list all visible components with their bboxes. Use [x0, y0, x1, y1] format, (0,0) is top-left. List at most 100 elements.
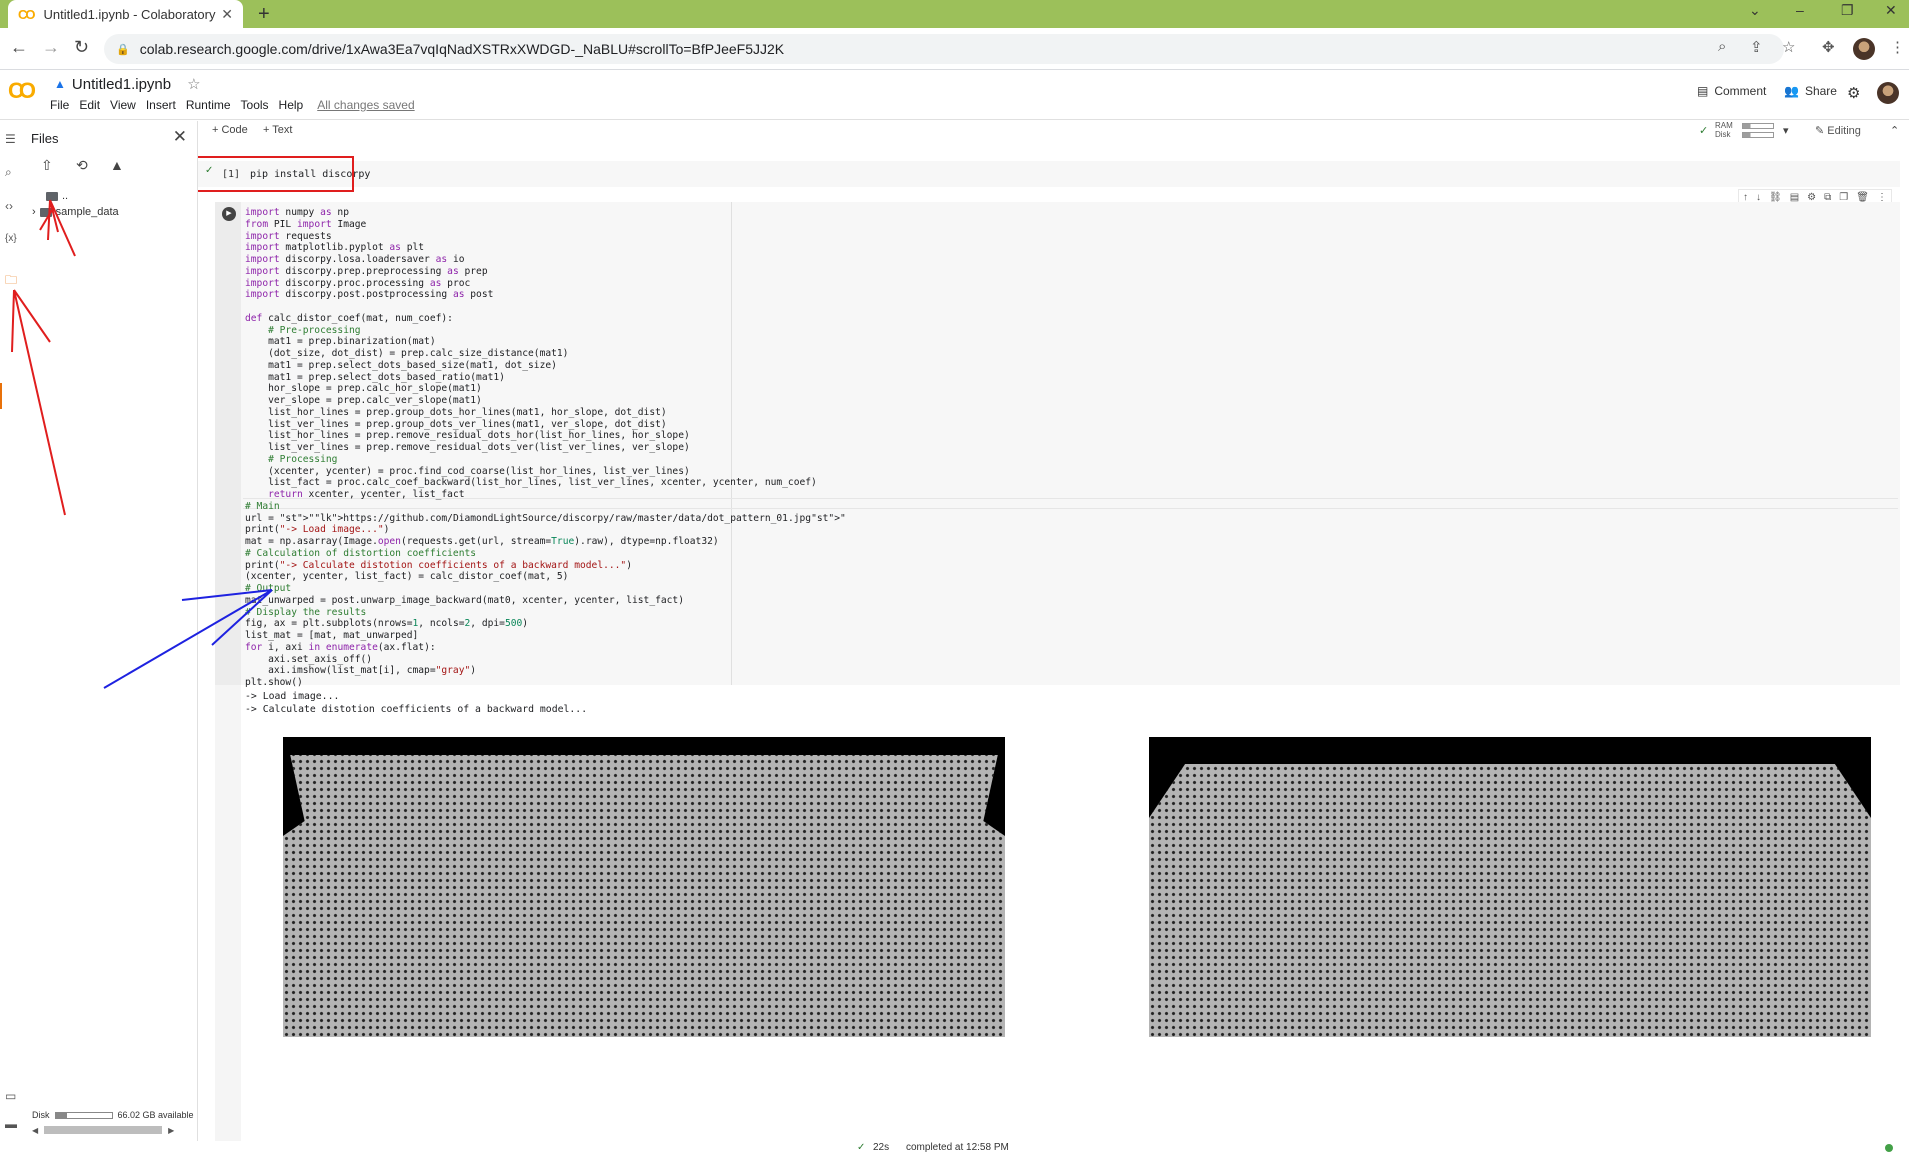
add-code-button[interactable]: + Code: [212, 124, 248, 136]
bookmark-star-icon[interactable]: ☆: [1782, 38, 1795, 56]
forward-icon[interactable]: →: [42, 37, 60, 58]
code-line[interactable]: # Calculation of distortion coefficients: [245, 548, 846, 560]
completed-time[interactable]: completed at 12:58 PM: [906, 1142, 1009, 1153]
code-line[interactable]: (dot_size, dot_dist) = prep.calc_size_di…: [245, 348, 846, 360]
code-line[interactable]: mat_unwarped = post.unwarp_image_backwar…: [245, 595, 846, 607]
tab-search-icon[interactable]: ⌄: [1749, 2, 1761, 19]
link-icon[interactable]: ⛓: [1769, 192, 1782, 203]
code-line[interactable]: mat1 = prep.select_dots_based_size(mat1,…: [245, 360, 846, 372]
code-line[interactable]: import requests: [245, 231, 846, 243]
code-line[interactable]: # Main: [245, 501, 846, 513]
table-of-contents-icon[interactable]: ☰: [5, 132, 16, 146]
comment-button[interactable]: ▤ Comment: [1697, 84, 1766, 98]
code-line[interactable]: axi.imshow(list_mat[i], cmap="gray"): [245, 665, 846, 677]
code-line[interactable]: axi.set_axis_off(): [245, 654, 846, 666]
resource-bars[interactable]: [1742, 123, 1774, 141]
folder-icon[interactable]: 🗀: [5, 271, 17, 292]
scroll-left-icon[interactable]: ◀: [32, 1126, 38, 1135]
code-line[interactable]: mat1 = prep.binarization(mat): [245, 336, 846, 348]
code-line[interactable]: for i, axi in enumerate(ax.flat):: [245, 642, 846, 654]
code-line[interactable]: import discorpy.post.postprocessing as p…: [245, 289, 846, 301]
colab-logo[interactable]: CO: [8, 78, 36, 104]
code-line[interactable]: list_ver_lines = prep.group_dots_ver_lin…: [245, 419, 846, 431]
mirror-cell-icon[interactable]: ⧉: [1824, 192, 1831, 203]
cell2-code-editor[interactable]: import numpy as np from PIL import Image i…: [245, 207, 846, 689]
settings-gear-icon[interactable]: ⚙: [1847, 84, 1860, 102]
code-line[interactable]: import discorpy.prep.preprocessing as pr…: [245, 266, 846, 278]
menu-insert[interactable]: Insert: [146, 98, 176, 112]
code-line[interactable]: list_mat = [mat, mat_unwarped]: [245, 630, 846, 642]
collapse-header-icon[interactable]: ⌃: [1890, 124, 1899, 137]
menu-tools[interactable]: Tools: [241, 98, 269, 112]
star-icon[interactable]: ☆: [187, 75, 200, 93]
expand-chevron-icon[interactable]: ›: [32, 206, 36, 218]
menu-view[interactable]: View: [110, 98, 136, 112]
menu-runtime[interactable]: Runtime: [186, 98, 231, 112]
search-icon[interactable]: ⌕: [5, 165, 12, 180]
tab-close-icon[interactable]: ✕: [221, 6, 233, 23]
new-tab-icon[interactable]: +: [258, 3, 270, 26]
notebook-name[interactable]: Untitled1.ipynb: [72, 76, 171, 93]
code-line[interactable]: list_hor_lines = prep.group_dots_hor_lin…: [245, 407, 846, 419]
code-line[interactable]: url = "st">""lk">https://github.com/Diam…: [245, 513, 846, 525]
terminal-icon[interactable]: ▬: [5, 1117, 17, 1131]
code-line[interactable]: list_fact = proc.calc_coef_backward(list…: [245, 477, 846, 489]
minimize-icon[interactable]: –: [1796, 2, 1804, 18]
close-files-icon[interactable]: ✕: [173, 127, 187, 147]
run-cell-icon[interactable]: ▶: [222, 207, 236, 221]
upload-file-icon[interactable]: ⇧: [41, 157, 53, 174]
editing-mode[interactable]: ✎ Editing: [1815, 124, 1861, 137]
comment-cell-icon[interactable]: ▤: [1790, 192, 1799, 203]
code-line[interactable]: print("-> Load image..."): [245, 524, 846, 536]
code-line[interactable]: import discorpy.proc.processing as proc: [245, 278, 846, 290]
code-line[interactable]: import matplotlib.pyplot as plt: [245, 242, 846, 254]
window-close-icon[interactable]: ✕: [1885, 2, 1897, 19]
code-line[interactable]: import discorpy.losa.loadersaver as io: [245, 254, 846, 266]
code-line[interactable]: (xcenter, ycenter) = proc.find_cod_coars…: [245, 466, 846, 478]
code-cell-2[interactable]: ▶ import numpy as np from PIL import Imag…: [215, 202, 1900, 688]
browser-tab[interactable]: CO Untitled1.ipynb - Colaboratory ✕: [8, 0, 243, 28]
share-button[interactable]: 👥 Share: [1784, 84, 1837, 98]
zoom-icon[interactable]: ⌕: [1718, 38, 1726, 55]
code-line[interactable]: ver_slope = prep.calc_ver_slope(mat1): [245, 395, 846, 407]
add-text-button[interactable]: + Text: [263, 124, 292, 136]
command-palette-icon[interactable]: ▭: [5, 1089, 16, 1103]
account-avatar[interactable]: [1877, 82, 1899, 104]
reload-icon[interactable]: ↻: [74, 37, 89, 58]
runtime-dropdown-icon[interactable]: ▾: [1783, 124, 1789, 137]
code-line[interactable]: mat1 = prep.select_dots_based_ratio(mat1…: [245, 372, 846, 384]
menu-edit[interactable]: Edit: [79, 98, 100, 112]
save-status[interactable]: All changes saved: [317, 98, 414, 112]
code-line[interactable]: [245, 301, 846, 313]
code-line[interactable]: print("-> Calculate distotion coefficien…: [245, 560, 846, 572]
url-bar[interactable]: 🔒 colab.research.google.com/drive/1xAwa3…: [104, 34, 1784, 64]
code-line[interactable]: fig, ax = plt.subplots(nrows=1, ncols=2,…: [245, 618, 846, 630]
sample-data-folder[interactable]: › sample_data: [32, 206, 119, 218]
code-line[interactable]: hor_slope = prep.calc_hor_slope(mat1): [245, 383, 846, 395]
code-line[interactable]: # Display the results: [245, 607, 846, 619]
code-line[interactable]: # Output: [245, 583, 846, 595]
browser-profile-avatar[interactable]: [1853, 38, 1875, 60]
code-line[interactable]: # Processing: [245, 454, 846, 466]
copy-cell-icon[interactable]: ❐: [1839, 192, 1848, 203]
back-icon[interactable]: ←: [10, 37, 28, 58]
code-line[interactable]: list_ver_lines = prep.remove_residual_do…: [245, 442, 846, 454]
move-down-icon[interactable]: ↓: [1756, 192, 1761, 203]
mount-drive-icon[interactable]: ▲: [110, 157, 124, 173]
menu-help[interactable]: Help: [279, 98, 304, 112]
code-line[interactable]: list_hor_lines = prep.remove_residual_do…: [245, 430, 846, 442]
code-line[interactable]: def calc_distor_coef(mat, num_coef):: [245, 313, 846, 325]
code-line[interactable]: import numpy as np: [245, 207, 846, 219]
code-line[interactable]: mat = np.asarray(Image.open(requests.get…: [245, 536, 846, 548]
resource-labels[interactable]: RAM Disk: [1715, 121, 1733, 139]
restore-icon[interactable]: ❐: [1841, 2, 1854, 19]
browser-menu-icon[interactable]: ⋮: [1890, 38, 1905, 56]
move-up-icon[interactable]: ↑: [1743, 192, 1748, 203]
refresh-folder-icon[interactable]: ⟲: [76, 157, 88, 174]
code-line[interactable]: from PIL import Image: [245, 219, 846, 231]
code-snippets-icon[interactable]: ‹›: [5, 199, 13, 213]
scrollbar-thumb[interactable]: [44, 1126, 163, 1134]
share-page-icon[interactable]: ⇪: [1750, 38, 1763, 56]
variables-icon[interactable]: {x}: [5, 233, 17, 244]
code-cell-1[interactable]: ✓ [1] pip install discorpy: [198, 161, 1900, 187]
